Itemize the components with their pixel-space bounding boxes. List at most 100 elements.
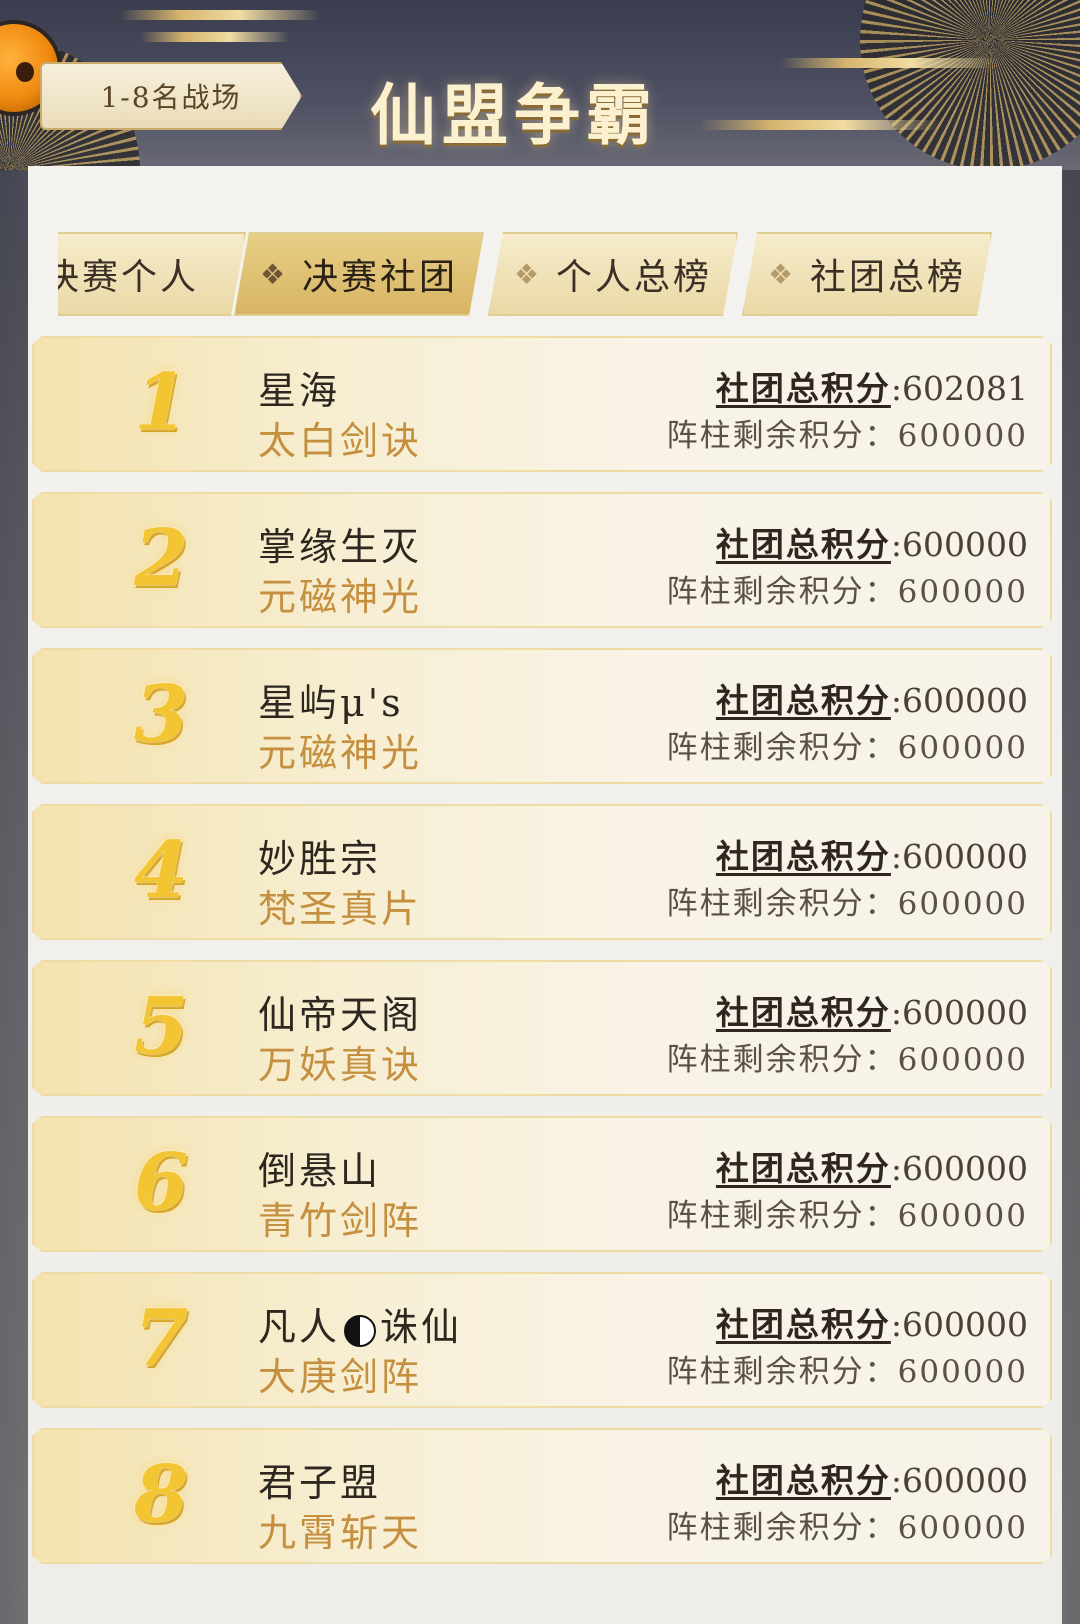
remain-score-value: 600000 [897,730,1028,766]
total-score: 社团总积分:600000 [716,1142,1028,1190]
leaderboard-row[interactable]: 7 凡人 诛仙 大庚剑阵 社团总积分:600000 阵柱剩余积分：600000 [32,1272,1052,1408]
total-score-value: :600000 [890,1461,1028,1500]
club-formation: 大庚剑阵 [258,1355,423,1399]
club-formation: 元磁神光 [258,575,423,619]
club-name: 凡人 诛仙 [258,1296,462,1351]
remain-score: 阵柱剩余积分：600000 [667,722,1028,767]
total-score-label: 社团总积分 [715,369,891,408]
remain-score: 阵柱剩余积分：600000 [667,1502,1028,1547]
remain-score: 阵柱剩余积分：600000 [667,878,1028,923]
rank-number: 8 [133,1449,189,1540]
leaderboard-row[interactable]: 1 星海 太白剑诀 社团总积分:602081 阵柱剩余积分：600000 [32,336,1052,472]
total-score-value: :600000 [890,1149,1028,1188]
club-formation: 梵圣真片 [258,887,423,931]
club-formation: 九霄斩天 [258,1511,423,1555]
total-score-label: 社团总积分 [715,1461,891,1500]
total-score: 社团总积分:600000 [716,830,1028,878]
total-score: 社团总积分:600000 [716,1298,1028,1346]
page-title: 仙盟争霸 [370,76,658,154]
rank-number: 5 [133,981,189,1072]
club-name: 倒悬山 [258,1149,382,1193]
arena-badge[interactable]: 1-8名战场 [40,62,302,130]
tab-label: 社团总榜 [810,257,967,298]
total-score-value: :600000 [890,525,1028,564]
total-score: 社团总积分:600000 [716,1454,1028,1502]
remain-score: 阵柱剩余积分：600000 [667,1346,1028,1391]
remain-score-label: 阵柱剩余积分： [666,574,898,610]
leaderboard-panel: 决赛个人 ❖ 决赛社团 ❖ 个人总榜 ❖ 社团总榜 1 星海 太白剑诀 社团总积… [28,166,1062,1624]
cloud-decoration [780,58,1000,68]
remain-score-value: 600000 [897,1510,1028,1546]
tab-final-club[interactable]: ❖ 决赛社团 [234,232,484,316]
club-name-part: 诛仙 [380,1305,463,1349]
remain-score: 阵柱剩余积分：600000 [667,1034,1028,1079]
remain-score-value: 600000 [897,1042,1028,1078]
remain-score-value: 600000 [897,1354,1028,1390]
total-score-label: 社团总积分 [715,525,891,564]
total-score-label: 社团总积分 [715,993,891,1032]
total-score-value: :600000 [890,1305,1028,1344]
cloud-decoration [140,32,290,42]
diamond-icon: ❖ [259,257,289,291]
total-score-value: :600000 [890,993,1028,1032]
remain-score-value: 600000 [897,886,1028,922]
total-score: 社团总积分:602081 [716,362,1028,410]
remain-score-label: 阵柱剩余积分： [666,886,898,922]
arena-label: 1-8名战场 [100,81,242,114]
diamond-icon: ❖ [767,257,797,291]
club-name: 君子盟 [258,1461,382,1505]
leaderboard-row[interactable]: 5 仙帝天阁 万妖真诀 社团总积分:600000 阵柱剩余积分：600000 [32,960,1052,1096]
club-name-part: 凡人 [258,1305,341,1349]
yin-yang-icon [344,1314,377,1347]
remain-score-label: 阵柱剩余积分： [666,1510,898,1546]
folding-fan-decoration [860,0,1080,170]
total-score-label: 社团总积分 [715,681,891,720]
total-score: 社团总积分:600000 [716,674,1028,722]
remain-score: 阵柱剩余积分：600000 [667,566,1028,611]
remain-score-label: 阵柱剩余积分： [666,730,898,766]
header: 1-8名战场 仙盟争霸 [0,0,1080,170]
rank-number: 7 [133,1293,189,1384]
leaderboard-row[interactable]: 8 君子盟 九霄斩天 社团总积分:600000 阵柱剩余积分：600000 [32,1428,1052,1564]
club-formation: 青竹剑阵 [258,1199,423,1243]
remain-score-label: 阵柱剩余积分： [666,1354,898,1390]
total-score-label: 社团总积分 [715,837,891,876]
remain-score: 阵柱剩余积分：600000 [667,410,1028,455]
total-score-value: :600000 [890,837,1028,876]
club-formation: 太白剑诀 [258,419,423,463]
remain-score-label: 阵柱剩余积分： [666,1042,898,1078]
remain-score-label: 阵柱剩余积分： [666,418,898,454]
club-name: 星屿μ's [258,681,404,725]
remain-score-value: 600000 [897,418,1028,454]
total-score-value: :600000 [890,681,1028,720]
club-name: 星海 [258,369,341,413]
tab-final-individual[interactable]: 决赛个人 [58,232,246,316]
total-score: 社团总积分:600000 [716,986,1028,1034]
club-formation: 元磁神光 [258,731,423,775]
total-score-label: 社团总积分 [715,1149,891,1188]
rank-number: 3 [133,669,189,760]
leaderboard-row[interactable]: 4 妙胜宗 梵圣真片 社团总积分:600000 阵柱剩余积分：600000 [32,804,1052,940]
cloud-decoration [120,10,320,20]
rank-number: 1 [133,357,189,448]
rank-number: 2 [133,513,189,604]
rank-number: 4 [133,825,189,916]
remain-score-value: 600000 [897,574,1028,610]
diamond-icon: ❖ [513,257,543,291]
cloud-decoration [700,120,940,130]
tab-individual-total[interactable]: ❖ 个人总榜 [488,232,738,316]
tab-label: 决赛个人 [58,257,199,298]
tab-club-total[interactable]: ❖ 社团总榜 [742,232,992,316]
remain-score-value: 600000 [897,1198,1028,1234]
club-name: 掌缘生灭 [258,525,423,569]
total-score-label: 社团总积分 [715,1305,891,1344]
total-score: 社团总积分:600000 [716,518,1028,566]
remain-score-label: 阵柱剩余积分： [666,1198,898,1234]
club-name: 妙胜宗 [258,837,382,881]
leaderboard-row[interactable]: 2 掌缘生灭 元磁神光 社团总积分:600000 阵柱剩余积分：600000 [32,492,1052,628]
tab-label: 决赛社团 [302,257,459,298]
tab-label: 个人总榜 [556,257,713,298]
leaderboard-row[interactable]: 6 倒悬山 青竹剑阵 社团总积分:600000 阵柱剩余积分：600000 [32,1116,1052,1252]
rank-number: 6 [133,1137,189,1228]
leaderboard-row[interactable]: 3 星屿μ's 元磁神光 社团总积分:600000 阵柱剩余积分：600000 [32,648,1052,784]
